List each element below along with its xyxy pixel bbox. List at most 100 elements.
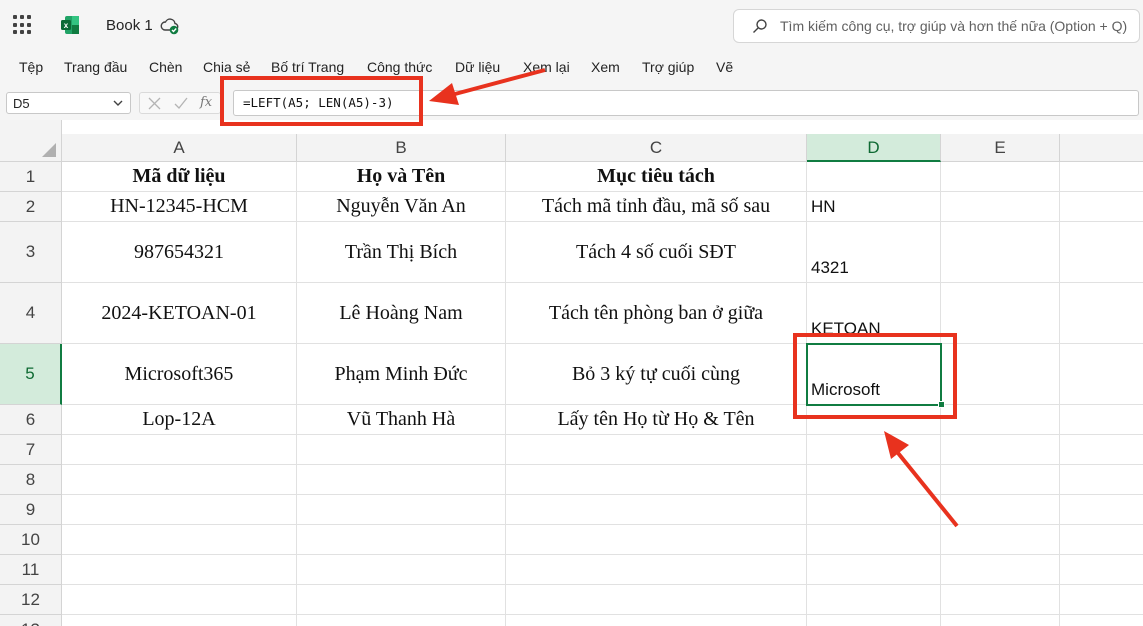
- cell-c2[interactable]: Tách mã tỉnh đầu, mã số sau: [506, 192, 807, 222]
- cell-a3[interactable]: 987654321: [62, 222, 297, 283]
- cell-c13[interactable]: [506, 615, 807, 626]
- name-box[interactable]: D5: [6, 92, 131, 114]
- tab-share[interactable]: Chia sẻ: [203, 59, 250, 75]
- cell-blank[interactable]: [1060, 615, 1143, 626]
- workbook-title[interactable]: Book 1: [106, 17, 153, 34]
- row-header-2[interactable]: 2: [0, 192, 62, 222]
- tab-page-layout[interactable]: Bố trí Trang: [271, 59, 344, 75]
- spreadsheet-grid[interactable]: A B C D E 1 Mã dữ liệu Họ và Tên Mục tiêu t…: [0, 120, 1143, 626]
- tab-view[interactable]: Xem: [591, 59, 620, 75]
- cell-blank[interactable]: [1060, 465, 1143, 495]
- cell-b7[interactable]: [297, 435, 506, 465]
- cell-a1[interactable]: Mã dữ liệu: [62, 162, 297, 192]
- cell-e6[interactable]: [941, 405, 1060, 435]
- cell-e10[interactable]: [941, 525, 1060, 555]
- chevron-down-icon[interactable]: [112, 97, 124, 109]
- tab-home[interactable]: Trang đầu: [64, 59, 127, 75]
- cancel-icon[interactable]: [148, 97, 161, 110]
- cell-e2[interactable]: [941, 192, 1060, 222]
- row-header-11[interactable]: 11: [0, 555, 62, 585]
- cell-b12[interactable]: [297, 585, 506, 615]
- cell-d11[interactable]: [807, 555, 941, 585]
- cell-c9[interactable]: [506, 495, 807, 525]
- cell-c4[interactable]: Tách tên phòng ban ở giữa: [506, 283, 807, 344]
- cell-b3[interactable]: Trần Thị Bích: [297, 222, 506, 283]
- row-header-9[interactable]: 9: [0, 495, 62, 525]
- tab-formulas[interactable]: Công thức: [367, 59, 432, 75]
- cell-d8[interactable]: [807, 465, 941, 495]
- cell-c10[interactable]: [506, 525, 807, 555]
- cell-e12[interactable]: [941, 585, 1060, 615]
- cell-e7[interactable]: [941, 435, 1060, 465]
- cell-b5[interactable]: Phạm Minh Đức: [297, 344, 506, 405]
- cell-a5[interactable]: Microsoft365: [62, 344, 297, 405]
- cell-d2[interactable]: HN: [807, 192, 941, 222]
- cell-blank[interactable]: [1060, 344, 1143, 405]
- cell-blank[interactable]: [1060, 222, 1143, 283]
- cell-c6[interactable]: Lấy tên Họ từ Họ & Tên: [506, 405, 807, 435]
- cell-c12[interactable]: [506, 585, 807, 615]
- row-header-8[interactable]: 8: [0, 465, 62, 495]
- tab-insert[interactable]: Chèn: [149, 59, 182, 75]
- cell-b11[interactable]: [297, 555, 506, 585]
- cell-d13[interactable]: [807, 615, 941, 626]
- tab-file[interactable]: Tệp: [19, 59, 43, 75]
- cell-blank[interactable]: [1060, 192, 1143, 222]
- cell-e11[interactable]: [941, 555, 1060, 585]
- enter-check-icon[interactable]: [174, 97, 188, 110]
- cell-d7[interactable]: [807, 435, 941, 465]
- cell-blank[interactable]: [1060, 585, 1143, 615]
- cell-b10[interactable]: [297, 525, 506, 555]
- column-header-a[interactable]: A: [62, 134, 297, 162]
- cell-d9[interactable]: [807, 495, 941, 525]
- cell-e5[interactable]: [941, 344, 1060, 405]
- tab-review[interactable]: Xem lại: [523, 59, 570, 75]
- cell-b8[interactable]: [297, 465, 506, 495]
- insert-function-icon[interactable]: fx: [200, 95, 212, 110]
- cell-c7[interactable]: [506, 435, 807, 465]
- cell-d10[interactable]: [807, 525, 941, 555]
- tab-data[interactable]: Dữ liệu: [455, 59, 500, 75]
- cell-a13[interactable]: [62, 615, 297, 626]
- cell-blank[interactable]: [1060, 555, 1143, 585]
- tab-help[interactable]: Trợ giúp: [642, 59, 694, 75]
- cell-blank[interactable]: [1060, 525, 1143, 555]
- cell-blank[interactable]: [1060, 435, 1143, 465]
- search-box[interactable]: Tìm kiếm công cụ, trợ giúp và hơn thế nữ…: [733, 9, 1140, 43]
- cell-d12[interactable]: [807, 585, 941, 615]
- column-header-c[interactable]: C: [506, 134, 807, 162]
- cloud-saved-icon[interactable]: [160, 16, 180, 36]
- cell-c3[interactable]: Tách 4 số cuối SĐT: [506, 222, 807, 283]
- row-header-10[interactable]: 10: [0, 525, 62, 555]
- column-header-b[interactable]: B: [297, 134, 506, 162]
- cell-b6[interactable]: Vũ Thanh Hà: [297, 405, 506, 435]
- cell-b1[interactable]: Họ và Tên: [297, 162, 506, 192]
- cell-a9[interactable]: [62, 495, 297, 525]
- cell-b13[interactable]: [297, 615, 506, 626]
- cell-b2[interactable]: Nguyễn Văn An: [297, 192, 506, 222]
- cell-a4[interactable]: 2024-KETOAN-01: [62, 283, 297, 344]
- cell-a7[interactable]: [62, 435, 297, 465]
- row-header-1[interactable]: 1: [0, 162, 62, 192]
- cell-c8[interactable]: [506, 465, 807, 495]
- row-header-5[interactable]: 5: [0, 344, 62, 405]
- cell-blank[interactable]: [1060, 405, 1143, 435]
- row-header-4[interactable]: 4: [0, 283, 62, 344]
- cell-c1[interactable]: Mục tiêu tách: [506, 162, 807, 192]
- row-header-3[interactable]: 3: [0, 222, 62, 283]
- cell-d3[interactable]: 4321: [807, 222, 941, 283]
- cell-d1[interactable]: [807, 162, 941, 192]
- cell-a11[interactable]: [62, 555, 297, 585]
- cell-e8[interactable]: [941, 465, 1060, 495]
- column-header-e[interactable]: E: [941, 134, 1060, 162]
- cell-blank[interactable]: [1060, 495, 1143, 525]
- row-header-7[interactable]: 7: [0, 435, 62, 465]
- cell-b4[interactable]: Lê Hoàng Nam: [297, 283, 506, 344]
- row-header-12[interactable]: 12: [0, 585, 62, 615]
- cell-a10[interactable]: [62, 525, 297, 555]
- row-header-6[interactable]: 6: [0, 405, 62, 435]
- cell-a2[interactable]: HN-12345-HCM: [62, 192, 297, 222]
- tab-draw[interactable]: Vẽ: [716, 59, 733, 75]
- cell-blank[interactable]: [1060, 283, 1143, 344]
- app-launcher-icon[interactable]: [13, 15, 33, 35]
